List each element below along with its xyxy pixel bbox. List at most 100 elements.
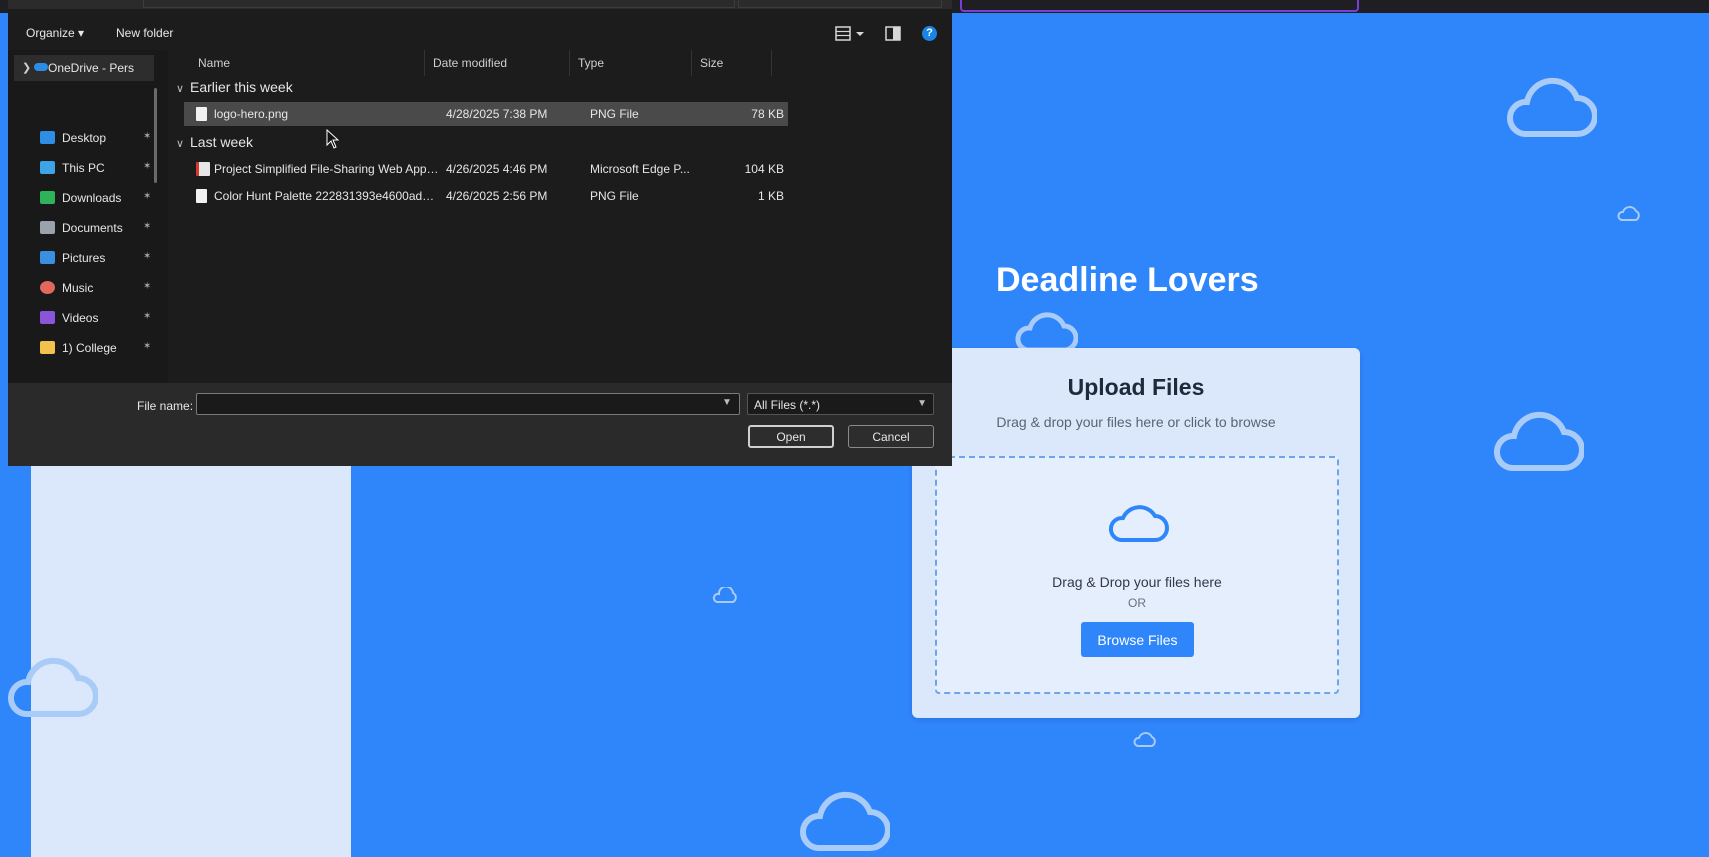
- cancel-button[interactable]: Cancel: [848, 425, 934, 448]
- chevron-down-icon: ∨: [176, 138, 185, 150]
- image-file-icon: [196, 189, 207, 203]
- nav-item[interactable]: Music ✶: [40, 278, 155, 300]
- cloud-icon: [1492, 408, 1584, 476]
- file-type: PNG File: [590, 189, 639, 203]
- nav-item[interactable]: 1) College ✶: [40, 338, 155, 360]
- pdf-file-icon: [196, 162, 210, 176]
- file-date: 4/26/2025 2:56 PM: [446, 189, 548, 203]
- column-headers: Name Date modified Type Size: [176, 50, 788, 76]
- chevron-down-icon[interactable]: ▼: [722, 397, 732, 408]
- file-size: 1 KB: [757, 189, 784, 203]
- nav-item-label: Videos: [62, 311, 99, 325]
- file-row[interactable]: Project Simplified File-Sharing Web Appl…: [184, 157, 788, 181]
- hero-title: Deadline Lovers: [996, 261, 1259, 299]
- picture-icon: [40, 251, 55, 264]
- browser-tab-edge[interactable]: [960, 0, 1359, 12]
- nav-item-onedrive[interactable]: ❯ OneDrive - Pers: [14, 55, 154, 81]
- file-group-label: Earlier this week: [190, 79, 293, 95]
- file-open-dialog: Organize ▾ New folder ? ❯ OneDrive - Per…: [8, 0, 952, 466]
- pin-icon[interactable]: ✶: [143, 311, 151, 322]
- document-icon: [40, 221, 55, 234]
- help-icon[interactable]: ?: [922, 26, 937, 41]
- new-folder-button[interactable]: New folder: [116, 26, 173, 40]
- nav-item[interactable]: Desktop ✶: [40, 128, 155, 150]
- file-row[interactable]: logo-hero.png 4/28/2025 7:38 PM PNG File 78…: [184, 102, 788, 126]
- nav-item[interactable]: Documents ✶: [40, 218, 155, 240]
- chevron-down-icon: ▼: [917, 398, 927, 409]
- column-name[interactable]: Name: [176, 50, 426, 76]
- nav-item[interactable]: Videos ✶: [40, 308, 155, 330]
- navigation-pane: ❯ OneDrive - Pers Desktop ✶ This PC ✶ Downlo…: [8, 50, 168, 383]
- dialog-address-strip: [8, 0, 952, 9]
- file-name-input[interactable]: [196, 393, 740, 415]
- upload-card-subtitle: Drag & drop your files here or click to …: [996, 414, 1276, 430]
- column-type[interactable]: Type: [570, 50, 692, 76]
- browse-files-button[interactable]: Browse Files: [1081, 622, 1194, 657]
- pin-icon[interactable]: ✶: [143, 221, 151, 232]
- file-name: Color Hunt Palette 222831393e4600adb5e..…: [214, 189, 439, 203]
- file-group-header[interactable]: ∨ Last week: [176, 134, 253, 150]
- nav-item-label: Desktop: [62, 131, 107, 145]
- column-date-modified[interactable]: Date modified: [424, 50, 570, 76]
- view-options: [828, 24, 914, 47]
- dropzone-or: OR: [1128, 596, 1146, 610]
- file-group-label: Last week: [190, 134, 254, 150]
- cloud-icon: [712, 587, 738, 605]
- cloud-icon: [34, 63, 48, 71]
- view-menu-icon[interactable]: [828, 24, 914, 44]
- cloud-icon: [1505, 72, 1597, 142]
- music-icon: [40, 281, 55, 294]
- file-row[interactable]: Color Hunt Palette 222831393e4600adb5e..…: [184, 184, 788, 208]
- computer-icon: [40, 161, 55, 174]
- nav-item-label: Pictures: [62, 251, 106, 265]
- pin-icon[interactable]: ✶: [143, 131, 151, 142]
- cloud-icon: [1133, 731, 1157, 749]
- file-name: Project Simplified File-Sharing Web Appl…: [214, 162, 439, 176]
- open-button[interactable]: Open: [748, 425, 834, 448]
- upload-card: Upload Files Drag & drop your files here…: [912, 348, 1360, 718]
- mouse-cursor-icon: [326, 128, 340, 154]
- nav-item[interactable]: Downloads ✶: [40, 188, 155, 210]
- dialog-bottom-bar: File name: ▼ All Files (*.*) ▼ Open Canc…: [8, 383, 952, 466]
- cloud-upload-icon: [1107, 498, 1169, 549]
- search-box[interactable]: [738, 0, 942, 8]
- chevron-down-icon: ∨: [176, 83, 185, 95]
- video-icon: [40, 311, 55, 324]
- organize-menu[interactable]: Organize ▾: [26, 26, 84, 40]
- nav-item[interactable]: Pictures ✶: [40, 248, 155, 270]
- pin-icon[interactable]: ✶: [143, 191, 151, 202]
- folder-icon: [40, 341, 55, 354]
- nav-onedrive-label: OneDrive - Pers: [48, 61, 135, 75]
- nav-item[interactable]: This PC ✶: [40, 158, 155, 180]
- file-group-header[interactable]: ∨ Earlier this week: [176, 79, 293, 95]
- file-type-select[interactable]: All Files (*.*) ▼: [747, 393, 934, 415]
- pin-icon[interactable]: ✶: [143, 341, 151, 352]
- file-name: logo-hero.png: [214, 107, 289, 121]
- file-type: Microsoft Edge P...: [590, 162, 690, 176]
- pin-icon[interactable]: ✶: [143, 251, 151, 262]
- nav-item-label: Downloads: [62, 191, 122, 205]
- nav-item-label: Documents: [62, 221, 123, 235]
- file-type-value: All Files (*.*): [754, 398, 821, 412]
- column-size[interactable]: Size: [692, 50, 772, 76]
- file-date: 4/26/2025 4:46 PM: [446, 162, 548, 176]
- cloud-icon: [6, 650, 98, 722]
- address-bar[interactable]: [143, 0, 735, 8]
- file-size: 78 KB: [751, 107, 784, 121]
- file-date: 4/28/2025 7:38 PM: [446, 107, 548, 121]
- file-size: 104 KB: [744, 162, 784, 176]
- file-dropzone[interactable]: Drag & Drop your files here OR Browse Fi…: [935, 456, 1339, 694]
- pin-icon[interactable]: ✶: [143, 161, 151, 172]
- dropzone-text: Drag & Drop your files here: [1052, 574, 1222, 590]
- file-name-label: File name:: [137, 399, 194, 413]
- download-icon: [40, 191, 55, 204]
- dialog-toolbar: Organize ▾ New folder ?: [8, 20, 952, 50]
- cloud-icon: [798, 788, 890, 854]
- image-file-icon: [196, 107, 207, 121]
- file-type: PNG File: [590, 107, 639, 121]
- chevron-right-icon: ❯: [22, 62, 32, 74]
- nav-item-label: This PC: [62, 161, 105, 175]
- pin-icon[interactable]: ✶: [143, 281, 151, 292]
- nav-item-label: 1) College: [62, 341, 117, 355]
- cloud-icon: [1617, 205, 1641, 223]
